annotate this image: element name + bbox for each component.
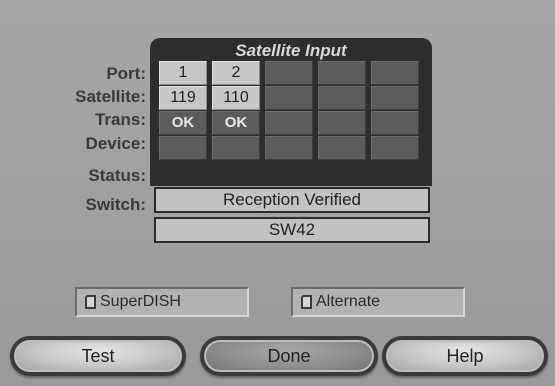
- satellite-cell-2[interactable]: 110: [212, 86, 260, 110]
- satellite-input-grid: Satellite Input 1 2 119 110 OK OK: [150, 38, 432, 186]
- trans-cell-1[interactable]: OK: [159, 111, 207, 135]
- alternate-option[interactable]: Alternate: [291, 287, 465, 317]
- device-cell-4[interactable]: [318, 136, 366, 160]
- port-cell-5[interactable]: [371, 61, 419, 85]
- superdish-label: SuperDISH: [100, 293, 181, 310]
- port-cell-3[interactable]: [265, 61, 313, 85]
- satellite-label: Satellite:: [75, 87, 146, 106]
- port-cell-2[interactable]: 2: [212, 61, 260, 85]
- satellite-cell-3[interactable]: [265, 86, 313, 110]
- status-field: Reception Verified: [154, 187, 430, 213]
- document-icon: [301, 295, 312, 309]
- test-button[interactable]: Test: [10, 336, 186, 376]
- satellite-cell-5[interactable]: [371, 86, 419, 110]
- satellite-cell-4[interactable]: [318, 86, 366, 110]
- grid-title: Satellite Input: [235, 41, 347, 60]
- document-icon: [85, 295, 96, 309]
- done-button[interactable]: Done: [200, 336, 378, 376]
- trans-cell-2[interactable]: OK: [212, 111, 260, 135]
- trans-cell-5[interactable]: [371, 111, 419, 135]
- status-label: Status:: [88, 166, 146, 185]
- switch-field: SW42: [154, 217, 430, 243]
- trans-cell-4[interactable]: [318, 111, 366, 135]
- trans-label: Trans:: [94, 110, 146, 129]
- alternate-label: Alternate: [316, 293, 381, 310]
- switch-label: Switch:: [85, 195, 146, 214]
- help-button[interactable]: Help: [382, 336, 548, 376]
- device-cell-1[interactable]: [159, 136, 207, 160]
- port-cell-4[interactable]: [318, 61, 366, 85]
- port-cell-1[interactable]: 1: [159, 61, 207, 85]
- device-cell-3[interactable]: [265, 136, 313, 160]
- trans-cell-3[interactable]: [265, 111, 313, 135]
- satellite-cell-1[interactable]: 119: [159, 86, 207, 110]
- device-label: Device:: [85, 134, 146, 153]
- superdish-option[interactable]: SuperDISH: [75, 287, 249, 317]
- device-cell-5[interactable]: [371, 136, 419, 160]
- device-cell-2[interactable]: [212, 136, 260, 160]
- port-label: Port:: [106, 64, 146, 83]
